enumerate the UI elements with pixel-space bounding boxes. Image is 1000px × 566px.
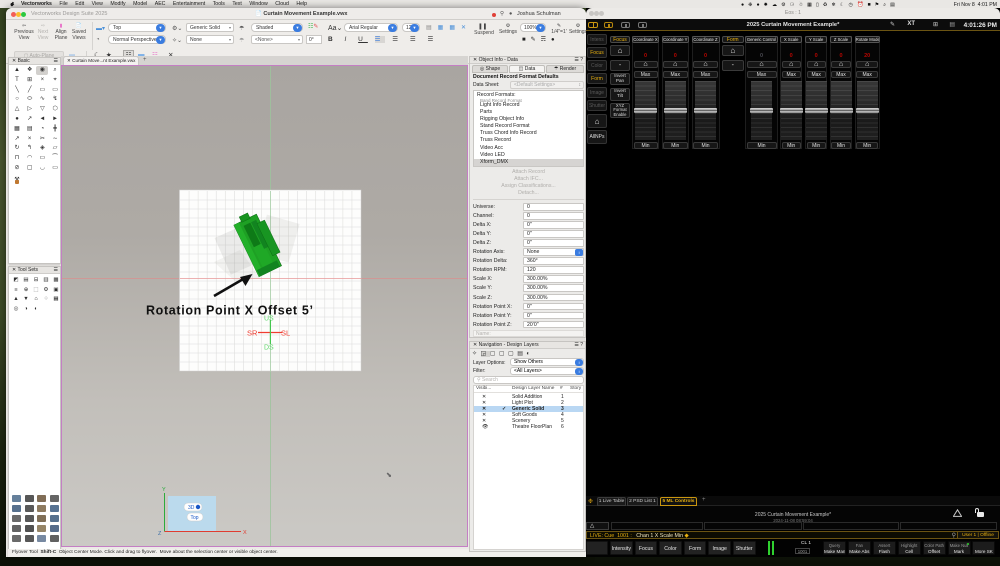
svg-text:DS: DS bbox=[264, 345, 274, 352]
svg-text:3D: 3D bbox=[188, 505, 195, 511]
svg-text:Z: Z bbox=[158, 531, 162, 537]
svg-text:Rotation Point X Offset 5’: Rotation Point X Offset 5’ bbox=[146, 304, 314, 318]
svg-text:US: US bbox=[264, 316, 274, 323]
svg-text:SL: SL bbox=[281, 329, 290, 338]
svg-text:Y: Y bbox=[162, 487, 166, 493]
svg-text:X: X bbox=[243, 530, 247, 536]
svg-text:SR: SR bbox=[247, 329, 258, 338]
svg-text:Top: Top bbox=[191, 515, 199, 521]
